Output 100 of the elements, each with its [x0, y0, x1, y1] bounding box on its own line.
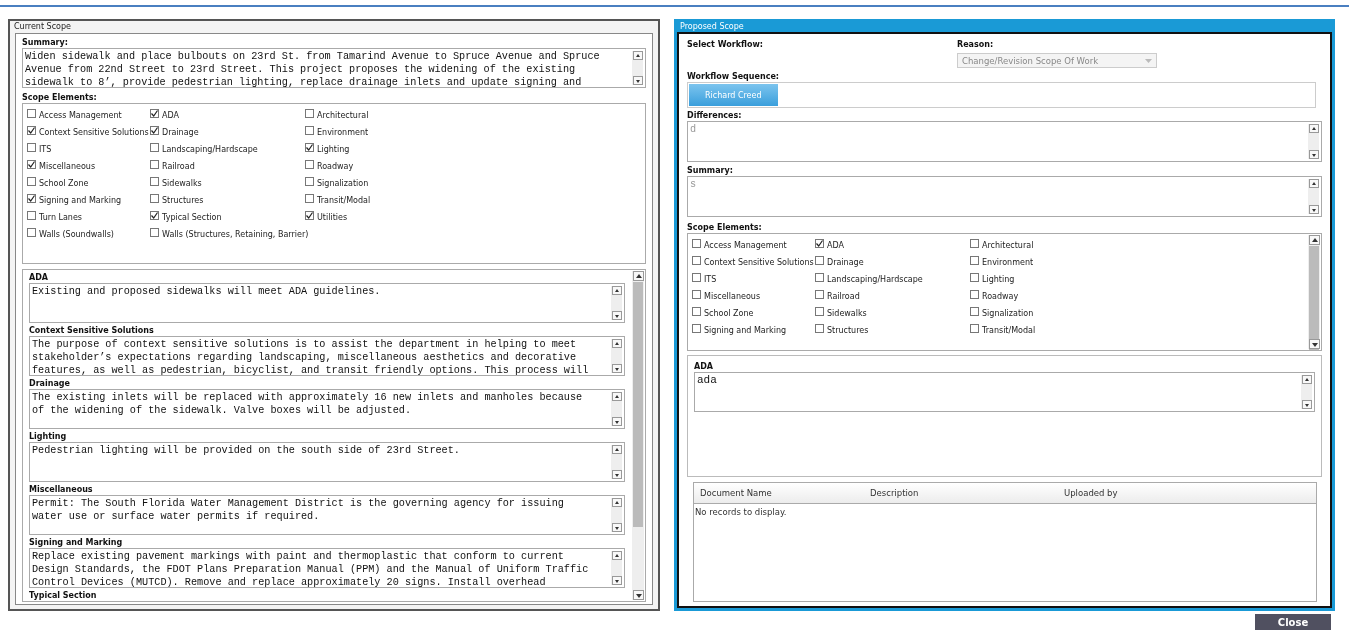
checkbox[interactable] — [27, 193, 36, 203]
checkbox[interactable] — [27, 227, 36, 237]
field-label: Scope Elements: — [687, 223, 762, 232]
scrollbar[interactable] — [611, 498, 622, 532]
scrollbar[interactable] — [611, 551, 622, 585]
checkbox[interactable] — [970, 272, 979, 282]
scrollbar[interactable] — [1308, 179, 1319, 214]
checkbox[interactable] — [970, 323, 979, 333]
checkbox[interactable] — [305, 108, 314, 118]
checkbox[interactable] — [692, 255, 701, 265]
section-label: Drainage — [29, 379, 70, 388]
checkbox[interactable] — [970, 238, 979, 248]
field-label: Scope Elements: — [22, 93, 97, 102]
checkbox[interactable] — [150, 142, 159, 152]
checkbox[interactable] — [692, 289, 701, 299]
checkbox-label: Landscaping/Hardscape — [162, 145, 258, 154]
text-area[interactable]: Widen sidewalk and place bulbouts on 23rd St. from Tamarind Avenue to Spruce Avenue and Spruce Avenue from 22nd Street to 23rd Street. This project proposes the widening of the existing sidewalk to 8’, provide pedestrian lighting, replace drainage inlets and update signing and — [22, 48, 646, 88]
checkbox-label: Typical Section — [162, 213, 222, 222]
caret-icon — [1145, 58, 1152, 63]
checkbox[interactable] — [27, 210, 36, 220]
checkbox-label: ADA — [827, 241, 844, 250]
checkbox-label: Environment — [317, 128, 369, 137]
text-area[interactable]: ada — [694, 372, 1315, 412]
scrollbar[interactable] — [1301, 375, 1312, 409]
text-area[interactable]: Replace existing pavement markings with paint and thermoplastic that conform to current Design Standards, the FDOT Plans Preparation Manual (PPM) and the Manual of Uniform Traffic Control Devices (MUTCD). Remove and replace approximately 20 signs. Install overhead — [29, 548, 625, 588]
checkbox-label: Sidewalks — [827, 309, 867, 318]
scrollbar[interactable] — [611, 339, 622, 373]
checkbox[interactable] — [815, 289, 824, 299]
checkbox-label: School Zone — [704, 309, 754, 318]
checkbox[interactable] — [150, 210, 159, 220]
checkbox-label: Transit/Modal — [982, 326, 1036, 335]
text-area[interactable]: Existing and proposed sidewalks will meet ADA guidelines. — [29, 283, 625, 323]
checkbox-label: Signalization — [317, 179, 369, 188]
checkbox[interactable] — [692, 306, 701, 316]
checkbox[interactable] — [150, 125, 159, 135]
checkbox[interactable] — [970, 306, 979, 316]
checkbox-label: ITS — [39, 145, 52, 154]
column-header[interactable]: Description — [870, 488, 919, 498]
checkbox[interactable] — [815, 306, 824, 316]
checkbox-label: Signing and Marking — [704, 326, 787, 335]
checkbox-label: Signalization — [982, 309, 1034, 318]
text-area[interactable]: The purpose of context sensitive solutions is to assist the department in helping to meet stakeholder’s expectations regarding landscaping, miscellaneous aesthetics and decorative features, as well as pedestrian, bicyclist, and transit friendly options. This process will — [29, 336, 625, 376]
checkbox-label: Context Sensitive Solutions — [39, 128, 149, 137]
checkbox[interactable] — [27, 125, 36, 135]
text-area[interactable]: Pedestrian lighting will be provided on the south side of 23rd Street. — [29, 442, 625, 482]
checkbox[interactable] — [305, 176, 314, 186]
checkbox[interactable] — [305, 210, 314, 220]
section-label: Signing and Marking — [29, 538, 123, 547]
close-button[interactable]: Close — [1255, 614, 1331, 630]
column-header[interactable]: Uploaded by — [1064, 488, 1118, 498]
checkbox[interactable] — [815, 272, 824, 282]
checkbox[interactable] — [692, 238, 701, 248]
checkbox[interactable] — [27, 159, 36, 169]
field-label: Summary: — [22, 38, 68, 47]
checkbox-label: School Zone — [39, 179, 89, 188]
checkbox-label: Railroad — [162, 162, 195, 171]
checkbox-label: Turn Lanes — [39, 213, 83, 222]
field-label: Differences: — [687, 111, 742, 120]
scrollbar[interactable] — [611, 445, 622, 479]
checkbox[interactable] — [150, 159, 159, 169]
checkbox[interactable] — [305, 125, 314, 135]
checkbox-label: Architectural — [317, 111, 369, 120]
scrollbar[interactable] — [611, 286, 622, 320]
checkbox[interactable] — [27, 142, 36, 152]
text-area[interactable]: The existing inlets will be replaced with approximately 16 new inlets and manholes because of the widening of the sidewalk. Valve boxes will be adjusted. — [29, 389, 625, 429]
checkbox[interactable] — [305, 193, 314, 203]
checkbox[interactable] — [970, 289, 979, 299]
text-area[interactable]: Permit: The South Florida Water Management District is the governing agency for issuing water use or surface water permits if required. — [29, 495, 625, 535]
checkbox[interactable] — [815, 323, 824, 333]
checkbox[interactable] — [970, 255, 979, 265]
checkbox[interactable] — [692, 272, 701, 282]
checkbox-label: Sidewalks — [162, 179, 202, 188]
checkbox[interactable] — [27, 108, 36, 118]
checkbox[interactable] — [692, 323, 701, 333]
checkbox-label: Utilities — [317, 213, 348, 222]
checkbox-label: Roadway — [317, 162, 354, 171]
scrollbar[interactable] — [1308, 235, 1320, 349]
checkbox-label: Miscellaneous — [39, 162, 96, 171]
scrollbar[interactable] — [611, 392, 622, 426]
field-label: Select Workflow: — [687, 40, 765, 49]
scrollbar[interactable] — [632, 51, 643, 85]
scrollbar[interactable] — [632, 271, 644, 600]
checkbox[interactable] — [815, 238, 824, 248]
scrollbar[interactable] — [1308, 124, 1319, 159]
checkbox[interactable] — [150, 227, 159, 237]
checkbox-label: ITS — [704, 275, 717, 284]
checkbox[interactable] — [150, 193, 159, 203]
checkbox[interactable] — [27, 176, 36, 186]
field-label: Workflow Sequence: — [687, 72, 779, 81]
checkbox[interactable] — [305, 142, 314, 152]
column-header[interactable]: Document Name — [700, 488, 772, 498]
section-label: Lighting — [29, 432, 67, 441]
checkbox[interactable] — [150, 176, 159, 186]
checkbox-label: Walls (Soundwalls) — [39, 230, 114, 239]
checkbox[interactable] — [815, 255, 824, 265]
panel-title: Current Scope — [13, 21, 72, 33]
checkbox-label: Environment — [982, 258, 1034, 267]
checkbox-label: Structures — [827, 326, 869, 335]
checkbox[interactable] — [305, 159, 314, 169]
checkbox[interactable] — [150, 108, 159, 118]
